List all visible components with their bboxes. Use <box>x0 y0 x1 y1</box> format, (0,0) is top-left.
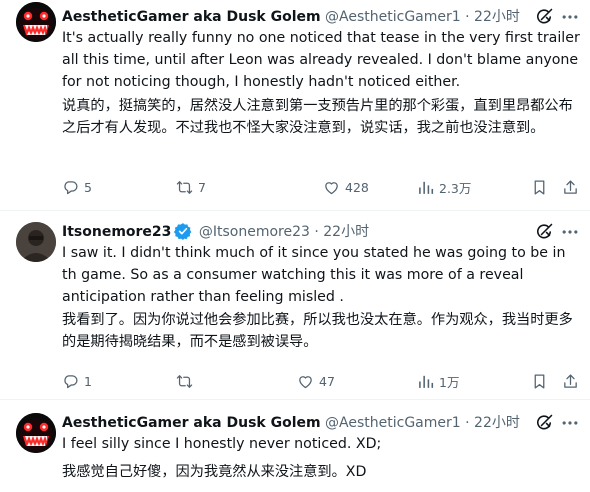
share-button[interactable] <box>562 177 579 197</box>
timestamp[interactable]: 22小时 <box>323 224 369 240</box>
tweet-1[interactable]: AestheticGamer aka Dusk Golem @Aesthetic… <box>0 0 590 210</box>
like-button[interactable]: 428 <box>323 177 369 197</box>
views-count: 1万 <box>439 374 460 390</box>
separator-dot: · <box>314 224 319 240</box>
timestamp[interactable]: 22小时 <box>474 9 520 25</box>
tweet-translation: 我感觉自己好傻，因为我竟然从来没注意到。XD <box>62 464 367 480</box>
action-bar: 1 47 1万 <box>62 371 582 391</box>
tweet-text: I saw it. I didn't think much of it sinc… <box>62 245 566 305</box>
user-avatar-image <box>16 222 56 262</box>
tweet-header: AestheticGamer aka Dusk Golem @Aesthetic… <box>62 7 530 27</box>
share-icon <box>562 179 579 196</box>
retweet-icon <box>176 179 193 196</box>
tweet-3[interactable]: AestheticGamer aka Dusk Golem @Aesthetic… <box>0 400 590 492</box>
views-icon <box>417 179 434 196</box>
display-name[interactable]: Itsonemore23 <box>62 224 171 240</box>
views-button[interactable]: 2.3万 <box>417 177 471 197</box>
more-icon[interactable] <box>560 222 580 242</box>
share-icon <box>562 373 579 390</box>
separator-dot: · <box>465 415 470 431</box>
timestamp[interactable]: 22小时 <box>474 415 520 431</box>
retweet-count: 7 <box>198 179 206 195</box>
bookmark-button[interactable] <box>531 177 548 197</box>
bookmark-icon <box>531 373 548 390</box>
tweet-2[interactable]: Itsonemore23 @Itsonemore23 · 22小时 I saw … <box>0 211 590 399</box>
separator-dot: · <box>465 9 470 25</box>
avatar[interactable] <box>16 2 56 42</box>
heart-icon <box>323 179 340 196</box>
like-button[interactable]: 47 <box>297 371 335 391</box>
grok-icon[interactable] <box>534 222 554 242</box>
tweet-text: I feel silly since I honestly never noti… <box>62 436 382 452</box>
avatar[interactable] <box>16 222 56 262</box>
monster-avatar-image <box>16 2 56 42</box>
like-count: 47 <box>319 373 335 389</box>
reply-button[interactable]: 1 <box>62 371 92 391</box>
avatar[interactable] <box>16 413 56 453</box>
verified-badge-icon <box>174 222 192 240</box>
tweet-translation: 我看到了。因为你说过他会参加比赛，所以我也没太在意。作为观众，我当时更多的是期待… <box>62 312 573 350</box>
tweet-header: AestheticGamer aka Dusk Golem @Aesthetic… <box>62 413 530 433</box>
user-handle[interactable]: @AestheticGamer1 <box>325 415 461 431</box>
reply-icon <box>62 179 79 196</box>
retweet-button[interactable] <box>176 371 193 391</box>
bookmark-button[interactable] <box>531 371 548 391</box>
more-icon[interactable] <box>560 7 580 27</box>
monster-avatar-image <box>16 413 56 453</box>
display-name[interactable]: AestheticGamer aka Dusk Golem <box>62 9 321 25</box>
reply-count: 1 <box>84 373 92 389</box>
bookmark-icon <box>531 179 548 196</box>
more-icon[interactable] <box>560 413 580 433</box>
share-button[interactable] <box>562 371 579 391</box>
user-handle[interactable]: @AestheticGamer1 <box>325 9 461 25</box>
retweet-icon <box>176 373 193 390</box>
views-button[interactable]: 1万 <box>417 371 459 391</box>
grok-icon[interactable] <box>534 413 554 433</box>
views-icon <box>417 373 434 390</box>
tweet-translation: 说真的，挺搞笑的，居然没人注意到第一支预告片里的那个彩蛋，直到里昂都公布之后才有… <box>62 98 573 136</box>
reply-button[interactable]: 5 <box>62 177 92 197</box>
heart-icon <box>297 373 314 390</box>
tweet-header: Itsonemore23 @Itsonemore23 · 22小时 <box>62 222 530 242</box>
tweet-text: It's actually really funny no one notice… <box>62 30 580 90</box>
action-bar: 5 7 428 2.3万 <box>62 177 582 197</box>
retweet-button[interactable]: 7 <box>176 177 206 197</box>
grok-icon[interactable] <box>534 7 554 27</box>
like-count: 428 <box>345 179 369 195</box>
reply-count: 5 <box>84 179 92 195</box>
reply-icon <box>62 373 79 390</box>
views-count: 2.3万 <box>439 180 472 196</box>
display-name[interactable]: AestheticGamer aka Dusk Golem <box>62 415 321 431</box>
user-handle[interactable]: @Itsonemore23 <box>199 224 310 240</box>
